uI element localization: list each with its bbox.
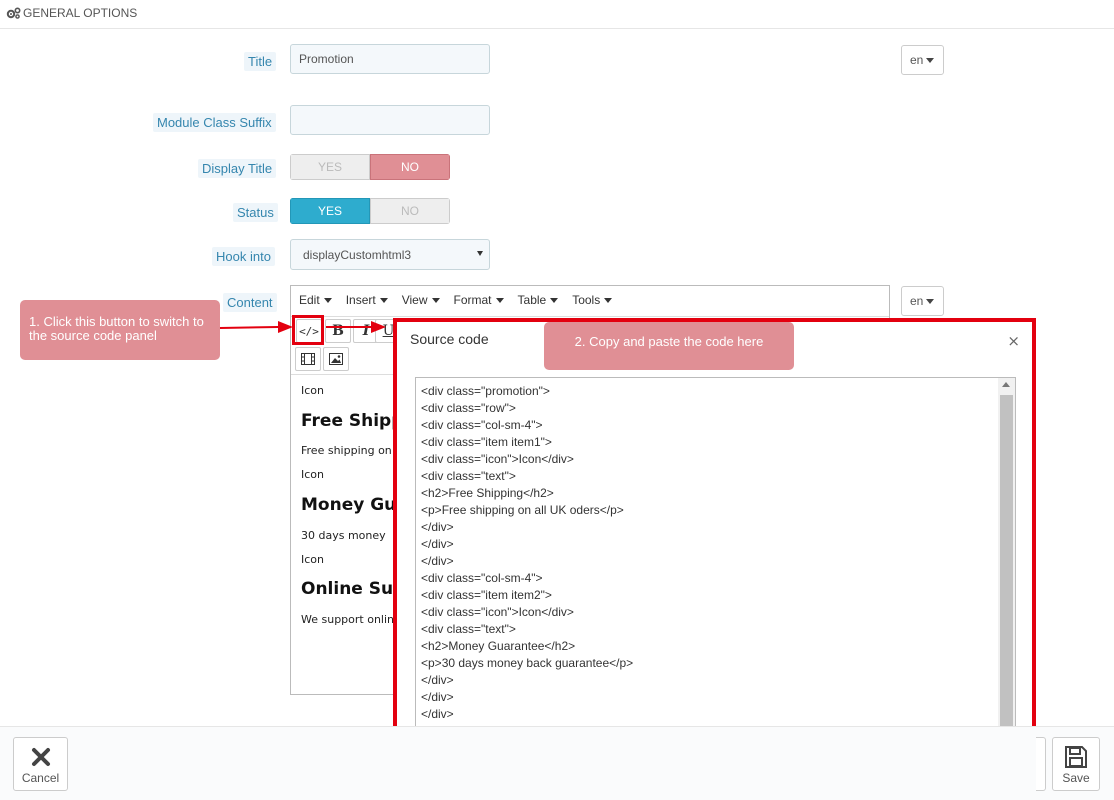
display-title-yes-option[interactable]: YES xyxy=(290,154,370,180)
status-yes-option[interactable]: YES xyxy=(290,198,370,224)
caret-down-icon xyxy=(926,58,935,64)
code-line: <div class="icon">Icon</div> xyxy=(421,605,574,619)
code-line: <div class="icon">Icon</div> xyxy=(421,452,574,466)
status-toggle: YES NO xyxy=(290,198,450,224)
image-button[interactable] xyxy=(323,347,349,371)
save-button[interactable]: Save xyxy=(1052,737,1100,791)
content-paragraph: We support onlin xyxy=(301,613,395,626)
title-label: Title xyxy=(244,52,277,71)
close-icon[interactable]: × xyxy=(1007,332,1020,350)
content-heading: Online Su xyxy=(301,579,394,599)
content-paragraph: Free shipping on xyxy=(301,444,392,457)
module-class-suffix-input[interactable] xyxy=(290,105,490,135)
display-title-no-option[interactable]: NO xyxy=(370,154,450,180)
media-button[interactable] xyxy=(295,347,321,371)
form-footer xyxy=(0,726,1114,800)
select-arrow-icon xyxy=(477,251,483,256)
panel-title: GENERAL OPTIONS xyxy=(23,6,138,20)
code-line: <div class="col-sm-4"> xyxy=(421,571,543,585)
caret-down-icon xyxy=(379,298,388,304)
code-line: <p>Free shipping on all UK oders</p> xyxy=(421,503,624,517)
title-language-dropdown[interactable]: en xyxy=(901,45,944,75)
code-line: <h2>Money Guarantee</h2> xyxy=(421,639,576,653)
content-label: Content xyxy=(223,293,277,312)
hook-into-label: Hook into xyxy=(212,247,275,266)
language-code: en xyxy=(910,53,924,67)
code-line: <div class="col-sm-4"> xyxy=(421,418,543,432)
editor-menubar: Edit Insert View Format Table Tools xyxy=(291,286,889,316)
menu-label: Insert xyxy=(345,293,376,307)
status-label: Status xyxy=(233,203,278,222)
menu-view[interactable]: View xyxy=(402,286,440,316)
menu-tools[interactable]: Tools xyxy=(572,286,613,316)
code-line: <div class="item item1"> xyxy=(421,435,552,449)
scroll-thumb[interactable] xyxy=(1000,395,1013,760)
content-icon-text: Icon xyxy=(301,468,324,481)
gears-icon xyxy=(6,7,21,19)
content-icon-text: Icon xyxy=(301,384,324,397)
code-line: </div> xyxy=(421,520,454,534)
menu-format[interactable]: Format xyxy=(454,286,504,316)
menu-label: Format xyxy=(453,293,492,307)
code-line: </div> xyxy=(421,554,454,568)
menubar-divider xyxy=(291,316,889,317)
code-line: </div> xyxy=(421,673,454,687)
menu-label: Table xyxy=(517,293,547,307)
content-heading: Free Shipp xyxy=(301,411,404,431)
menu-edit[interactable]: Edit xyxy=(299,286,332,316)
code-line: </div> xyxy=(421,537,454,551)
module-class-suffix-label: Module Class Suffix xyxy=(153,113,276,132)
save-icon xyxy=(1065,746,1087,768)
status-no-option[interactable]: NO xyxy=(370,198,450,224)
callout-step2: 2. Copy and paste the code here xyxy=(544,322,794,370)
title-input[interactable]: Promotion xyxy=(290,44,490,74)
caret-down-icon xyxy=(323,298,332,304)
code-line: </div> xyxy=(421,690,454,704)
dialog-title: Source code xyxy=(410,331,489,347)
menu-label: Edit xyxy=(299,293,320,307)
code-line: <h2>Free Shipping</h2> xyxy=(421,486,554,500)
code-line: <p>30 days money back guarantee</p> xyxy=(421,656,634,670)
code-line: </div> xyxy=(421,707,454,721)
language-code: en xyxy=(910,294,924,308)
cancel-label: Cancel xyxy=(21,771,60,785)
cancel-button[interactable]: Cancel xyxy=(13,737,68,791)
image-icon xyxy=(329,353,343,365)
code-line: <div class="text"> xyxy=(421,469,516,483)
caret-down-icon xyxy=(926,299,935,305)
menu-table[interactable]: Table xyxy=(518,286,559,316)
display-title-label: Display Title xyxy=(198,159,277,178)
menu-insert[interactable]: Insert xyxy=(346,286,388,316)
menu-label: View xyxy=(401,293,428,307)
content-icon-text: Icon xyxy=(301,553,324,566)
content-heading: Money Gu xyxy=(301,495,397,515)
caret-down-icon xyxy=(550,298,559,304)
arrow-icon xyxy=(219,321,386,333)
close-icon xyxy=(31,748,50,766)
menu-label: Tools xyxy=(572,293,601,307)
code-line: <div class="text"> xyxy=(421,622,516,636)
content-paragraph: 30 days money xyxy=(301,529,386,542)
save-label: Save xyxy=(1062,771,1090,785)
scroll-up-icon[interactable] xyxy=(1002,382,1010,387)
code-line: <div class="promotion"> xyxy=(421,384,550,398)
code-line: <div class="item item2"> xyxy=(421,588,552,602)
panel-header: GENERAL OPTIONS xyxy=(0,0,1114,29)
hidden-button-edge xyxy=(1036,737,1046,791)
caret-down-icon xyxy=(495,298,504,304)
caret-down-icon xyxy=(431,298,440,304)
caret-down-icon xyxy=(604,298,613,304)
hook-into-select[interactable]: displayCustomhtml3 xyxy=(290,239,490,270)
code-line: <div class="row"> xyxy=(421,401,516,415)
content-language-dropdown[interactable]: en xyxy=(901,286,944,316)
callout-step1: 1. Click this button to switch to the so… xyxy=(20,300,220,360)
display-title-toggle: YES NO xyxy=(290,154,450,180)
hook-into-value: displayCustomhtml3 xyxy=(303,248,412,262)
film-icon xyxy=(301,353,315,365)
